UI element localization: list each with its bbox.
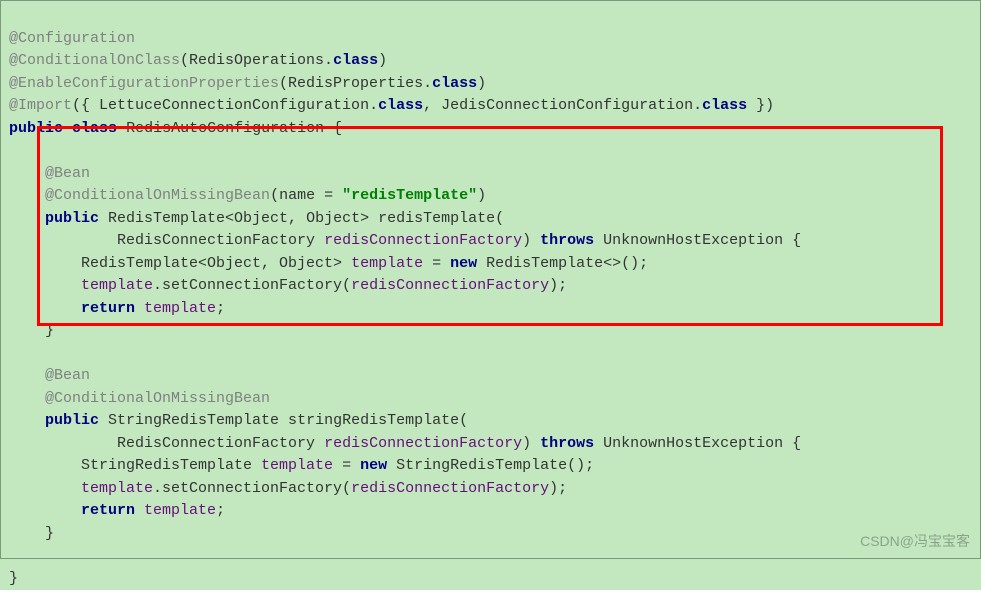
- param-redisconnectionfactory: redisConnectionFactory: [324, 232, 522, 249]
- annotation-import: @Import: [9, 97, 72, 114]
- method-redistemplate: RedisTemplate<Object, Object> redisTempl…: [99, 210, 504, 227]
- annotation-bean2: @Bean: [45, 367, 90, 384]
- code-block: @Configuration @ConditionalOnClass(Redis…: [9, 5, 980, 590]
- string-redistemplate: "redisTemplate": [342, 187, 477, 204]
- keyword-class: class: [72, 120, 117, 137]
- annotation-conditionalonmissingbean2: @ConditionalOnMissingBean: [45, 390, 270, 407]
- method-stringredistemplate: StringRedisTemplate stringRedisTemplate(: [99, 412, 468, 429]
- classname-redisautoconfig: RedisAutoConfiguration {: [126, 120, 342, 137]
- annotation-configuration: @Configuration: [9, 30, 135, 47]
- annotation-bean: @Bean: [45, 165, 90, 182]
- watermark: CSDN@冯宝宝客: [860, 531, 970, 552]
- annotation-conditionalonclass: @ConditionalOnClass: [9, 52, 180, 69]
- var-template: template: [351, 255, 423, 272]
- annotation-conditionalonmissingbean: @ConditionalOnMissingBean: [45, 187, 270, 204]
- keyword-public: public: [9, 120, 63, 137]
- annotation-enableconfigprops: @EnableConfigurationProperties: [9, 75, 279, 92]
